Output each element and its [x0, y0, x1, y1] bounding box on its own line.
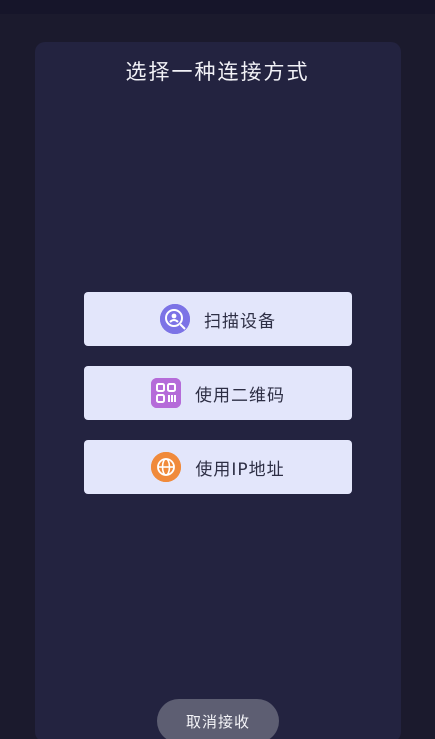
scan-device-button[interactable]: 扫描设备	[84, 292, 352, 346]
use-qr-code-label: 使用二维码	[195, 385, 285, 406]
scan-device-label: 扫描设备	[204, 311, 276, 332]
cancel-receive-button[interactable]: 取消接收	[157, 699, 279, 739]
use-ip-address-label: 使用IP地址	[195, 459, 285, 480]
use-qr-code-button[interactable]: 使用二维码	[84, 366, 352, 420]
globe-icon	[151, 452, 182, 482]
connection-screen: 选择一种连接方式 扫描设备 使用二维码 使用IP地址 取消接收	[0, 0, 435, 739]
status-bar-area	[0, 0, 435, 14]
qr-code-icon	[151, 378, 181, 408]
use-ip-address-button[interactable]: 使用IP地址	[84, 440, 352, 494]
scan-device-icon	[160, 304, 190, 334]
dialog-title: 选择一种连接方式	[125, 60, 310, 84]
